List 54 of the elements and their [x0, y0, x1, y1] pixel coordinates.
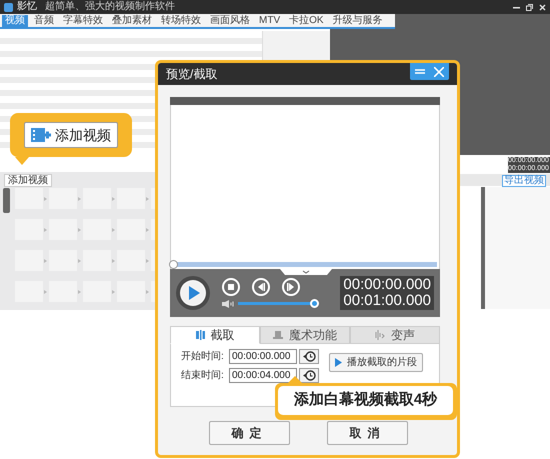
progress-thumb[interactable]	[169, 260, 178, 269]
app-subtitle: 超简单、强大的视频制作软件	[45, 2, 175, 12]
total-time: 00:01:00.000	[343, 293, 431, 309]
previous-frame-icon	[257, 283, 265, 291]
time-input[interactable]: 00:00:00.000	[229, 349, 297, 364]
tab[interactable]: 截取	[170, 326, 260, 344]
menu-tab[interactable]: 转场特效	[158, 14, 204, 26]
clip-icon	[196, 330, 204, 340]
menu-tab[interactable]: 卡拉OK	[286, 14, 327, 26]
restore-icon[interactable]	[526, 4, 533, 10]
dialog-button[interactable]: 取消	[327, 421, 408, 445]
field-label: 开始时间:	[181, 350, 225, 364]
play-icon	[179, 279, 207, 307]
clock-icon	[302, 351, 316, 362]
volume-thumb[interactable]	[310, 299, 319, 308]
minimize-icon	[414, 69, 424, 74]
menu-tab[interactable]: 升级与服务	[330, 14, 386, 26]
app-title: 影忆	[17, 2, 37, 12]
play-icon	[335, 358, 342, 367]
stop-icon	[228, 284, 234, 290]
stop-button[interactable]	[222, 278, 240, 296]
close-icon	[434, 66, 444, 76]
tab[interactable]: 变声	[350, 326, 440, 344]
film-plus-icon	[31, 127, 51, 143]
current-time: 00:00:00.000	[343, 277, 431, 293]
menu-tab[interactable]: 画面风格	[207, 14, 253, 26]
dialog-title: 预览/截取	[166, 66, 218, 83]
menu-tab[interactable]: MTV	[256, 14, 284, 26]
add-video-button[interactable]: 添加视频	[4, 174, 52, 187]
button-label: 添加视频	[55, 126, 111, 144]
next-frame-icon	[287, 283, 295, 291]
tab[interactable]: 魔术功能	[260, 326, 350, 344]
menu-tab[interactable]: 字幕特效	[60, 14, 106, 26]
clock-button[interactable]	[299, 368, 319, 383]
field-label: 结束时间:	[181, 368, 225, 383]
callout-text: 添加白幕视频截取4秒	[278, 386, 453, 415]
play-button[interactable]	[176, 276, 210, 310]
menu-tab[interactable]: 音频	[31, 14, 57, 26]
dialog-button[interactable]: 确定	[209, 421, 290, 445]
next-frame-button[interactable]	[282, 278, 300, 296]
clock-icon	[302, 370, 316, 381]
hat-icon	[273, 330, 283, 340]
export-video-button[interactable]: 导出视频	[502, 175, 546, 187]
speaker-icon[interactable]	[222, 300, 234, 308]
close-icon[interactable]	[539, 4, 546, 10]
waveform-icon	[375, 330, 385, 340]
clock-button[interactable]	[299, 349, 319, 364]
collapse-tab-icon[interactable]	[280, 269, 332, 276]
previous-frame-button[interactable]	[252, 278, 270, 296]
time-input[interactable]: 00:00:04.000	[229, 368, 297, 383]
play-clip-button[interactable]: 播放截取的片段	[329, 353, 423, 372]
add-video-button[interactable]: 添加视频	[24, 122, 118, 148]
app-logo-icon	[4, 2, 13, 12]
menu-tab[interactable]: 叠加素材	[109, 14, 155, 26]
